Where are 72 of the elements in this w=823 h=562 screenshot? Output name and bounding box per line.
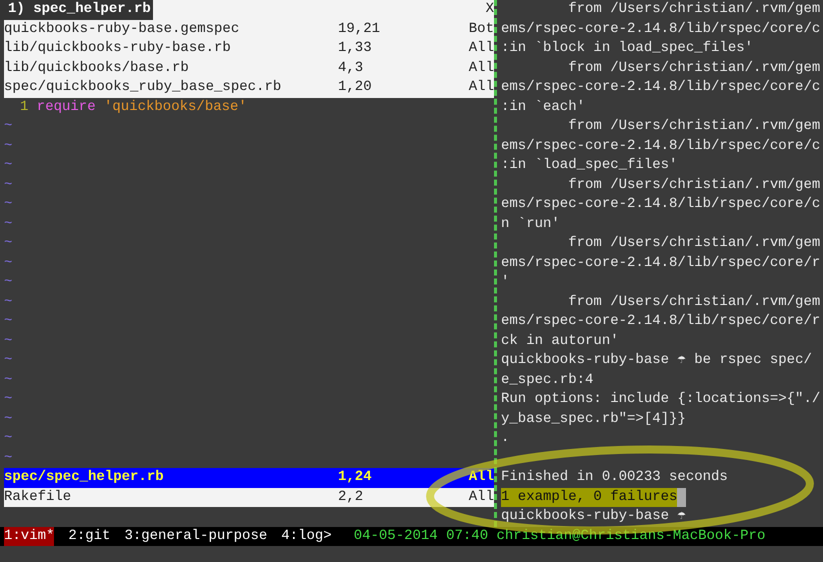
terminal-line: .: [501, 429, 510, 448]
terminal-line: ems/rspec-core-2.14.8/lib/rspec/core/c: [501, 20, 820, 38]
scroll-indicator: All: [468, 58, 494, 78]
cursor-position: 1,24: [338, 468, 373, 487]
empty-line-marker: ~: [4, 372, 12, 388]
terminal-line: ems/rspec-core-2.14.8/lib/rspec/core/r: [501, 254, 820, 272]
scroll-indicator: Bot: [468, 20, 494, 38]
buffer-name[interactable]: quickbooks-ruby-base.gemspec: [4, 20, 338, 39]
scroll-indicator: All: [468, 468, 494, 487]
empty-line-marker: ~: [4, 410, 12, 426]
cursor-position: 1,20: [338, 78, 373, 97]
terminal-line: ems/rspec-core-2.14.8/lib/rspec/core/c: [501, 136, 820, 156]
terminal-line: quickbooks-ruby-base ☂ be rspec spec/: [501, 351, 812, 370]
terminal-line: :in `load_spec_files': [501, 156, 678, 175]
code-keyword: require: [36, 98, 96, 116]
empty-line-marker: ~: [4, 235, 12, 251]
cursor-position: 4,3: [338, 58, 364, 78]
tmux-window-tab[interactable]: 1:vim*: [4, 526, 54, 546]
tmux-window-tab[interactable]: 2:git: [68, 526, 110, 546]
terminal-line: ck in autorun': [501, 332, 619, 350]
scroll-indicator: All: [468, 39, 494, 58]
empty-line-marker: ~: [4, 352, 12, 368]
terminal-line: from /Users/christian/.rvm/gem: [567, 176, 820, 194]
terminal-line: ems/rspec-core-2.14.8/lib/rspec/core/c: [501, 78, 820, 97]
terminal-line: Run options: include {:locations=>{"./: [501, 390, 820, 409]
empty-line-marker: ~: [4, 430, 12, 446]
empty-line-marker: ~: [4, 138, 12, 154]
terminal-line: from /Users/christian/.rvm/gem: [567, 58, 820, 78]
terminal-line: n `run': [501, 214, 560, 234]
buffer-name[interactable]: lib/quickbooks-ruby-base.rb: [4, 39, 338, 58]
file-name: Rakefile: [4, 488, 72, 506]
scroll-indicator: All: [468, 78, 494, 97]
cursor-position: 1,33: [338, 39, 373, 58]
file-name: spec/spec_helper.rb: [4, 468, 165, 487]
empty-line-marker: ~: [4, 118, 12, 134]
tmux-window-tab[interactable]: 3:general-purpose: [124, 526, 268, 546]
terminal-line: from /Users/christian/.rvm/gem: [567, 0, 820, 19]
clock: 04-05-2014 07:40: [354, 526, 488, 546]
buffer-name[interactable]: lib/quickbooks/base.rb: [4, 58, 338, 78]
terminal-line: from /Users/christian/.rvm/gem: [567, 234, 820, 253]
empty-line-marker: ~: [4, 196, 12, 212]
buffer-name[interactable]: spec/quickbooks_ruby_base_spec.rb: [4, 78, 338, 98]
empty-line-marker: ~: [4, 254, 12, 270]
empty-line-marker: ~: [4, 332, 12, 348]
terminal-line: ems/rspec-core-2.14.8/lib/rspec/core/c: [501, 195, 820, 214]
tmux-window-tab[interactable]: 4:log>: [281, 526, 332, 546]
cursor-position: 2,2: [338, 488, 364, 506]
terminal-line: quickbooks-ruby-base ☂: [501, 507, 686, 526]
terminal-line: ems/rspec-core-2.14.8/lib/rspec/core/r: [501, 312, 820, 331]
terminal-line: :in `block in load_spec_files': [501, 39, 754, 58]
code-string: 'quickbooks/base': [104, 98, 247, 116]
terminal-line: from /Users/christian/.rvm/gem: [567, 292, 820, 312]
empty-line-marker: ~: [4, 274, 12, 290]
empty-line-marker: ~: [4, 313, 12, 329]
terminal-line: y_base_spec.rb"=>[4]}}: [501, 410, 686, 428]
host-name: christian@Christians-MacBook-Pro: [496, 526, 766, 546]
line-number: 1: [20, 98, 28, 116]
close-button[interactable]: X: [486, 0, 494, 20]
scroll-indicator: All: [468, 488, 494, 506]
empty-line-marker: ~: [4, 176, 12, 192]
empty-line-marker: ~: [4, 450, 12, 466]
terminal-line: Finished in 0.00233 seconds: [501, 468, 728, 487]
empty-line-marker: ~: [4, 294, 12, 310]
terminal-line: e_spec.rb:4: [501, 370, 594, 390]
empty-line-marker: ~: [4, 391, 12, 407]
terminal-line: :in `each': [501, 98, 586, 116]
cursor-position: 19,21: [338, 20, 382, 38]
empty-line-marker: ~: [4, 157, 12, 173]
terminal-line: ': [501, 273, 510, 292]
buffer-tab[interactable]: 1) spec_helper.rb: [0, 0, 153, 20]
empty-line-marker: ~: [4, 216, 12, 232]
terminal-line: from /Users/christian/.rvm/gem: [567, 117, 820, 136]
